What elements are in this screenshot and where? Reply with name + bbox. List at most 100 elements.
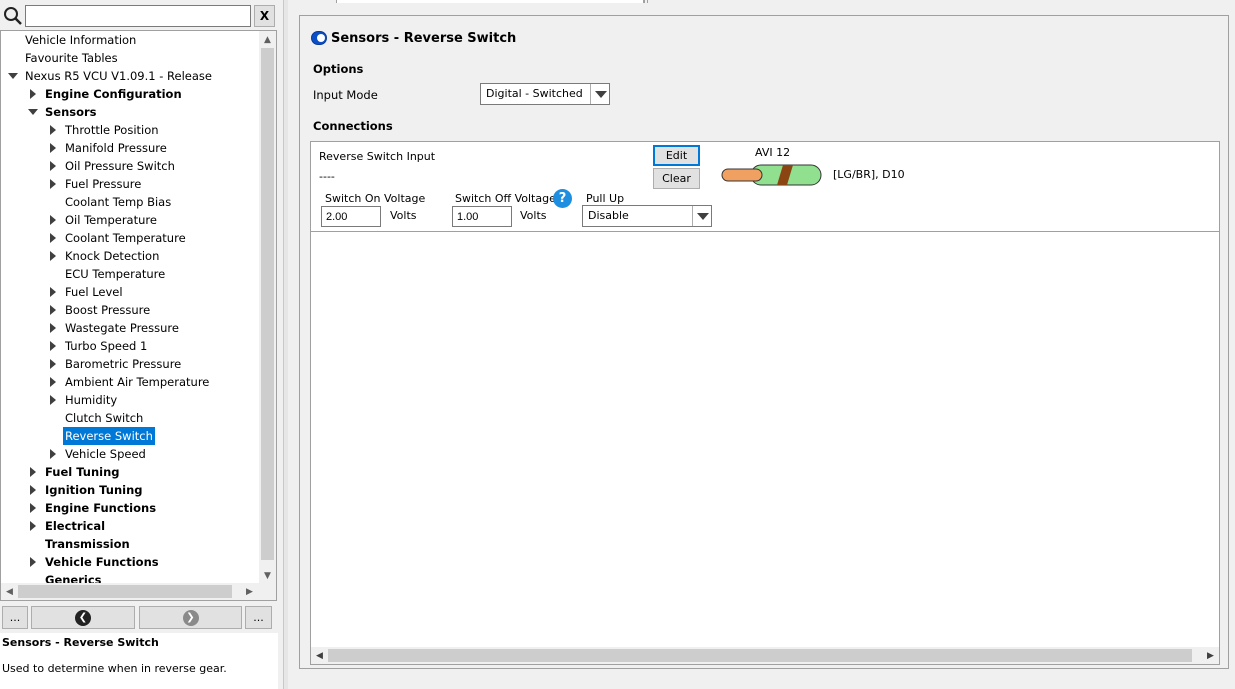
tree-item[interactable]: Boost Pressure <box>1 301 259 319</box>
collapse-arrow-icon[interactable] <box>47 247 59 265</box>
collapse-arrow-icon[interactable] <box>47 157 59 175</box>
help-icon[interactable]: ? <box>553 189 572 208</box>
chevron-down-icon[interactable] <box>590 84 609 104</box>
tree-item-label: Humidity <box>65 393 118 407</box>
input-mode-select[interactable]: Digital - Switched <box>480 83 610 105</box>
tree-item[interactable]: Favourite Tables <box>1 49 259 67</box>
tree-item[interactable]: Coolant Temp Bias <box>1 193 259 211</box>
tree-item[interactable]: Vehicle Information <box>1 31 259 49</box>
tree-item-label: Ambient Air Temperature <box>65 375 210 389</box>
tree-item[interactable]: Fuel Pressure <box>1 175 259 193</box>
tree-item[interactable]: Turbo Speed 1 <box>1 337 259 355</box>
tree-item[interactable]: Barometric Pressure <box>1 355 259 373</box>
collapse-arrow-icon[interactable] <box>47 175 59 193</box>
tree-item-label: Boost Pressure <box>65 303 151 317</box>
panel-splitter[interactable] <box>283 0 288 689</box>
back-arrow-icon: ❮ <box>75 609 91 626</box>
tree-item[interactable]: Fuel Level <box>1 283 259 301</box>
scroll-left-icon[interactable]: ◀ <box>1 583 18 600</box>
tree-item[interactable]: Reverse Switch <box>1 427 259 445</box>
collapse-arrow-icon[interactable] <box>47 337 59 355</box>
collapse-arrow-icon[interactable] <box>27 85 39 103</box>
tree-item[interactable]: Vehicle Speed <box>1 445 259 463</box>
scroll-right-icon[interactable]: ▶ <box>1202 647 1219 664</box>
tree-item[interactable]: Ignition Tuning <box>1 481 259 499</box>
collapse-arrow-icon[interactable] <box>47 283 59 301</box>
collapse-arrow-icon[interactable] <box>47 445 59 463</box>
tree-item[interactable]: Electrical <box>1 517 259 535</box>
tree-item[interactable]: Oil Pressure Switch <box>1 157 259 175</box>
pull-up-select[interactable]: Disable <box>582 205 712 227</box>
collapse-arrow-icon[interactable] <box>27 553 39 571</box>
tree-item[interactable]: Ambient Air Temperature <box>1 373 259 391</box>
switch-off-voltage-input[interactable] <box>452 206 512 227</box>
chevron-down-icon[interactable] <box>692 206 711 226</box>
scroll-down-icon[interactable]: ▼ <box>259 567 276 584</box>
search-icon[interactable] <box>3 6 23 26</box>
tree-item[interactable]: Throttle Position <box>1 121 259 139</box>
history-nav: ... ❮ ❯ ... <box>0 606 278 630</box>
more-right-button[interactable]: ... <box>245 606 272 629</box>
tab-active[interactable] <box>336 0 644 3</box>
tree-item[interactable]: Manifold Pressure <box>1 139 259 157</box>
collapse-arrow-icon[interactable] <box>47 319 59 337</box>
edit-button[interactable]: Edit <box>653 145 700 166</box>
collapse-arrow-icon[interactable] <box>47 139 59 157</box>
collapse-arrow-icon[interactable] <box>47 121 59 139</box>
tree-item[interactable]: Vehicle Functions <box>1 553 259 571</box>
back-button[interactable]: ❮ <box>31 606 135 629</box>
tree-item[interactable]: ECU Temperature <box>1 265 259 283</box>
switch-on-voltage-input[interactable] <box>321 206 381 227</box>
connections-horizontal-scrollbar[interactable]: ◀ ▶ <box>311 647 1219 664</box>
tree-item[interactable]: Engine Functions <box>1 499 259 517</box>
tree-item[interactable]: Knock Detection <box>1 247 259 265</box>
tree-item-label: Oil Pressure Switch <box>65 159 175 173</box>
tree-item[interactable]: Sensors <box>1 103 259 121</box>
scroll-thumb[interactable] <box>261 48 274 560</box>
search-input[interactable] <box>25 5 251 27</box>
tree-horizontal-scrollbar[interactable]: ◀ ▶ <box>1 583 276 600</box>
collapse-arrow-icon[interactable] <box>27 481 39 499</box>
tree-item[interactable]: Transmission <box>1 535 259 553</box>
blank-icon <box>47 409 59 427</box>
tree-item[interactable]: Humidity <box>1 391 259 409</box>
pull-up-label: Pull Up <box>586 192 625 205</box>
scroll-right-icon[interactable]: ▶ <box>241 583 258 600</box>
tree-item-label: Oil Temperature <box>65 213 157 227</box>
switch-on-voltage-unit: Volts <box>390 209 417 222</box>
expand-arrow-icon[interactable] <box>7 67 19 85</box>
collapse-arrow-icon[interactable] <box>47 211 59 229</box>
blank-icon <box>7 31 19 49</box>
tab[interactable] <box>644 0 648 3</box>
expand-arrow-icon[interactable] <box>27 103 39 121</box>
scroll-thumb[interactable] <box>328 649 1192 662</box>
collapse-arrow-icon[interactable] <box>47 229 59 247</box>
tree-item-label: Engine Configuration <box>45 87 182 101</box>
more-left-button[interactable]: ... <box>2 606 28 629</box>
scroll-up-icon[interactable]: ▲ <box>259 31 276 48</box>
collapse-arrow-icon[interactable] <box>27 517 39 535</box>
tree-item-label: Wastegate Pressure <box>65 321 179 335</box>
tree-item[interactable]: Fuel Tuning <box>1 463 259 481</box>
scroll-left-icon[interactable]: ◀ <box>311 647 328 664</box>
settings-tree[interactable]: Vehicle Information Favourite Tables Nexus… <box>0 30 277 601</box>
collapse-arrow-icon[interactable] <box>47 355 59 373</box>
tree-item[interactable]: Nexus R5 VCU V1.09.1 - Release <box>1 67 259 85</box>
scroll-thumb[interactable] <box>18 585 232 598</box>
tree-item[interactable]: Engine Configuration <box>1 85 259 103</box>
collapse-arrow-icon[interactable] <box>47 391 59 409</box>
tree-vertical-scrollbar[interactable]: ▲ ▼ <box>259 31 276 584</box>
clear-button[interactable]: Clear <box>653 168 700 189</box>
collapse-arrow-icon[interactable] <box>47 301 59 319</box>
blank-icon <box>27 535 39 553</box>
tree-item[interactable]: Oil Temperature <box>1 211 259 229</box>
tree-item-label: Fuel Tuning <box>45 465 120 479</box>
forward-button[interactable]: ❯ <box>139 606 242 629</box>
tree-item[interactable]: Coolant Temperature <box>1 229 259 247</box>
collapse-arrow-icon[interactable] <box>47 373 59 391</box>
tree-item[interactable]: Wastegate Pressure <box>1 319 259 337</box>
clear-search-button[interactable]: X <box>254 5 275 27</box>
collapse-arrow-icon[interactable] <box>27 463 39 481</box>
collapse-arrow-icon[interactable] <box>27 499 39 517</box>
tree-item[interactable]: Clutch Switch <box>1 409 259 427</box>
